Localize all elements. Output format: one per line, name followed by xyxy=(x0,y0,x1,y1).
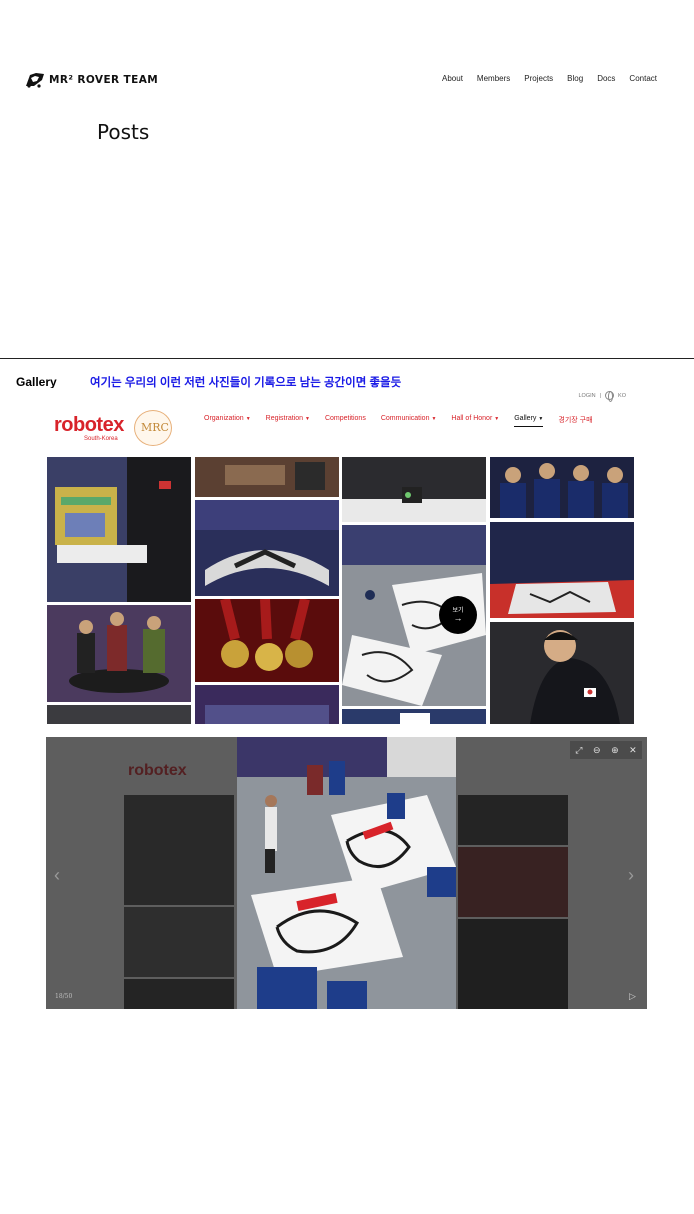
nav-docs[interactable]: Docs xyxy=(597,74,615,83)
gallery-photo-students-group xyxy=(490,457,634,518)
lightbox-next-icon: › xyxy=(628,865,634,885)
globe-icon xyxy=(605,391,615,402)
lightbox-screenshot: robotex ‹ › ⤢ ⊖ ⊕ ✕ 18/50 ▷ xyxy=(46,737,647,1009)
gallery-photo-hall-partial xyxy=(195,685,339,724)
zoom-out-icon: ⊖ xyxy=(593,744,601,755)
fullscreen-icon: ⤢ xyxy=(575,744,583,755)
robotex-logo-sub: South-Korea xyxy=(84,436,118,442)
lightbox-main-photo xyxy=(237,737,456,1009)
robotex-nav-registration-label: Registration xyxy=(265,415,304,422)
robotex-nav-competitions: Competitions xyxy=(325,415,366,427)
nav-about[interactable]: About xyxy=(442,74,463,83)
gallery-photo-red-arena xyxy=(490,522,634,618)
caret-down-icon: ▼ xyxy=(305,416,310,422)
lightbox-counter: 18/50 xyxy=(55,993,73,1000)
caret-down-icon: ▼ xyxy=(538,416,544,422)
nav-contact[interactable]: Contact xyxy=(629,74,657,83)
site-header: MR² ROVER TEAM About Members Projects Bl… xyxy=(0,0,694,110)
robotex-nav-gallery-label: Gallery xyxy=(514,415,537,422)
gallery-photo-medals xyxy=(195,599,339,682)
arrow-right-icon: → xyxy=(453,613,463,623)
caret-down-icon: ▼ xyxy=(431,416,437,422)
gallery-photo-robot-closeup xyxy=(195,457,339,497)
robotex-nav-gallery: Gallery ▼ xyxy=(514,415,544,427)
robotex-logo: robotex South-Korea MRC xyxy=(54,408,172,448)
mrc-badge-text: MRC xyxy=(141,421,169,434)
main-nav: About Members Projects Blog Docs Contact xyxy=(442,74,657,83)
divider xyxy=(0,358,694,359)
site-logo-text: MR² ROVER TEAM xyxy=(49,73,159,86)
nav-projects[interactable]: Projects xyxy=(524,74,553,83)
robotex-logo-word: robotex xyxy=(54,414,124,436)
robotex-nav-organization-label: Organization xyxy=(204,415,244,422)
robotex-nav-hall-of-honor: Hall of Honor ▼ xyxy=(451,415,499,427)
rover-logo-icon xyxy=(26,73,44,88)
gallery-photo-flag-partial xyxy=(342,709,486,724)
robotex-nav-arena-purchase: 경기장 구매 xyxy=(558,415,592,427)
robotex-nav-arena-label: 경기장 구매 xyxy=(558,417,593,424)
gallery-photo-student-kneeling xyxy=(490,622,634,724)
page-title: Posts xyxy=(97,120,150,144)
robotex-util-separator: | xyxy=(599,392,602,399)
gallery-photo-robot-on-table xyxy=(342,457,486,522)
svg-text:robotex: robotex xyxy=(128,762,187,779)
robotex-nav-competitions-label: Competitions xyxy=(324,415,366,422)
robotex-nav-organization: Organization ▼ xyxy=(204,415,251,427)
lightbox-prev-icon: ‹ xyxy=(54,865,60,885)
gallery-photo-student-robot xyxy=(47,457,191,602)
gallery-photo-arena-partial xyxy=(47,705,191,724)
robotex-lang: KO xyxy=(618,392,626,399)
robotex-nav-communication-label: Communication xyxy=(380,415,430,422)
robotex-nav: Organization ▼ Registration ▼ Competitions… xyxy=(204,415,593,427)
caret-down-icon: ▼ xyxy=(245,416,251,422)
gallery-photo-stage-track xyxy=(195,500,339,596)
play-icon: ▷ xyxy=(629,991,636,1001)
view-overlay-button: 보기 → xyxy=(439,596,477,634)
robotex-nav-communication: Communication ▼ xyxy=(381,415,437,427)
robotex-nav-hall-label: Hall of Honor xyxy=(451,415,493,422)
caret-down-icon: ▼ xyxy=(494,416,500,422)
nav-members[interactable]: Members xyxy=(477,74,510,83)
lightbox-toolbar: ⤢ ⊖ ⊕ ✕ xyxy=(570,741,642,759)
gallery-photo-team-table xyxy=(47,605,191,702)
robotex-gallery-screenshot: LOGIN | KO robotex South-Korea MRC Organ… xyxy=(46,388,646,724)
robotex-nav-registration: Registration ▼ xyxy=(266,415,310,427)
site-logo[interactable]: MR² ROVER TEAM xyxy=(24,71,158,88)
robotex-utility-bar: LOGIN | KO xyxy=(578,391,626,402)
zoom-in-icon: ⊕ xyxy=(611,744,619,755)
post-title[interactable]: Gallery xyxy=(16,375,57,389)
mrc-badge-icon: MRC xyxy=(134,410,172,446)
close-icon: ✕ xyxy=(629,744,637,755)
robotex-login-link: LOGIN xyxy=(578,392,596,399)
nav-blog[interactable]: Blog xyxy=(567,74,583,83)
